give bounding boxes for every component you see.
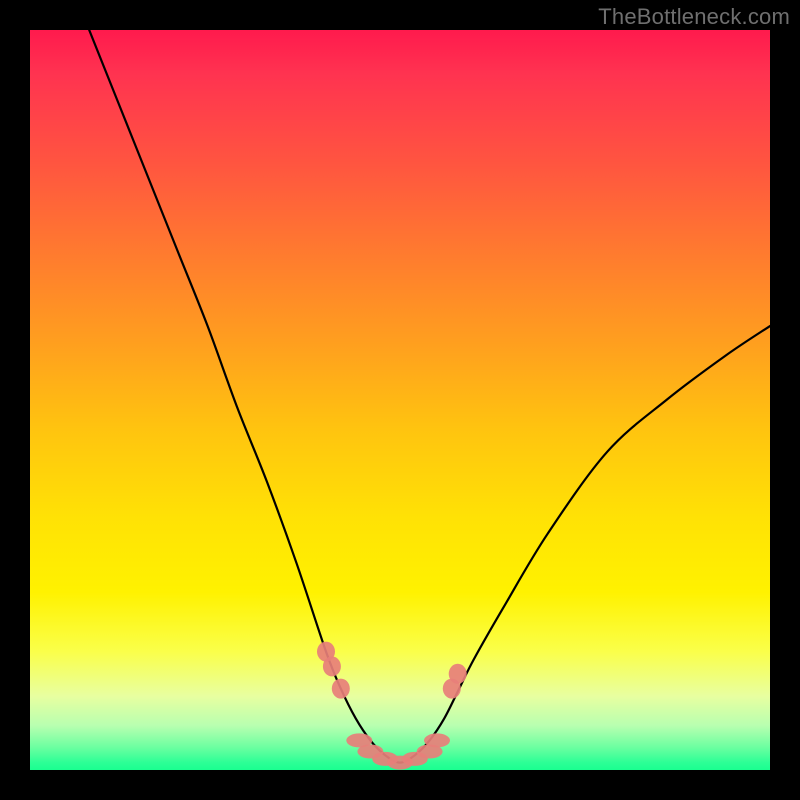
chart-svg <box>30 30 770 770</box>
watermark-text: TheBottleneck.com <box>598 4 790 30</box>
valley-marker <box>449 664 467 684</box>
valley-marker <box>332 679 350 699</box>
valley-marker <box>424 733 450 747</box>
bottleneck-curve-path <box>89 30 770 763</box>
plot-area <box>30 30 770 770</box>
chart-frame: TheBottleneck.com <box>0 0 800 800</box>
valley-markers <box>317 642 467 770</box>
valley-marker <box>323 656 341 676</box>
bottleneck-curve <box>89 30 770 763</box>
